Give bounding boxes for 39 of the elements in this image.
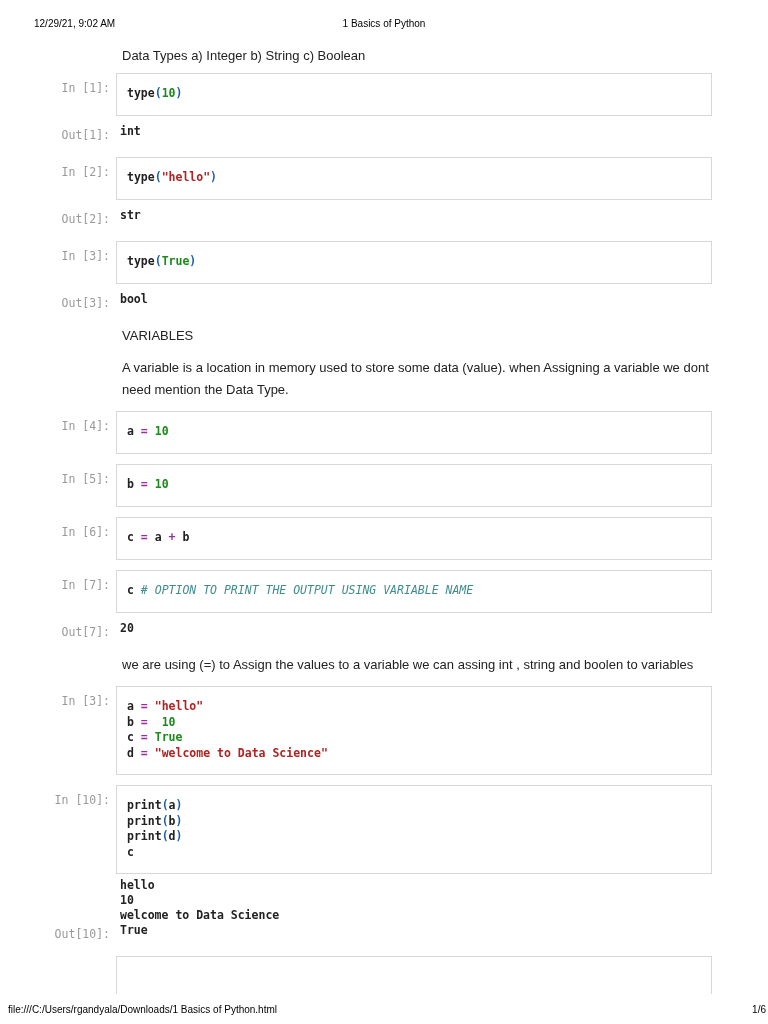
markdown-text: we are using (=) to Assign the values to a variable we can assing int , string and boolen to variables	[122, 656, 695, 674]
output-text: bool	[120, 292, 148, 307]
output-prompt: Out[10]:	[54, 927, 110, 941]
page-number: 1/6	[752, 1003, 766, 1015]
input-prompt: In [1]:	[61, 81, 110, 95]
output-text: 10	[120, 893, 135, 908]
input-prompt: In [2]:	[61, 165, 110, 179]
output-prompt: Out[3]:	[61, 296, 110, 310]
code-cell[interactable]: c = a + b	[116, 517, 712, 560]
markdown-text: Data Types a) Integer b) String c) Boolean	[122, 47, 367, 65]
output-text: True	[120, 923, 148, 938]
code-cell[interactable]: type(True)	[116, 241, 712, 284]
print-date: 12/29/21, 9:02 AM	[34, 18, 116, 29]
markdown-text: VARIABLES	[122, 327, 195, 345]
output-prompt: Out[1]:	[61, 128, 110, 142]
input-prompt: In [3]:	[61, 694, 110, 708]
code-cell[interactable]: type(10)	[116, 73, 712, 116]
code-cell[interactable]: print(a) print(b) print(d) c	[116, 785, 712, 874]
output-text: str	[120, 208, 141, 223]
output-text: welcome to Data Science	[120, 908, 280, 923]
code-cell[interactable]: b = 10	[116, 464, 712, 507]
output-text: 20	[120, 621, 134, 636]
input-prompt: In [7]:	[61, 578, 110, 592]
code-cell[interactable]: c # OPTION TO PRINT THE OUTPUT USING VARIABLE NAME	[116, 570, 712, 613]
page-title: 1 Basics of Python	[342, 18, 426, 29]
input-prompt: In [10]:	[54, 793, 110, 807]
output-prompt: Out[7]:	[61, 625, 110, 639]
file-path: file:///C:/Users/rgandyala/Downloads/1 Basics of Python.html	[8, 1003, 277, 1015]
markdown-text: A variable is a location in memory used to store some data (value). when Assigning a variable we dont need mention the Data Type.	[122, 359, 710, 399]
input-prompt: In [3]:	[61, 249, 110, 263]
input-prompt: In [4]:	[61, 419, 110, 433]
code-cell[interactable]: a = "hello" b = 10 c = True d = "welcome to Data Science"	[116, 686, 712, 775]
output-text: int	[120, 124, 141, 139]
output-prompt: Out[2]:	[61, 212, 110, 226]
input-prompt: In [6]:	[61, 525, 110, 539]
input-prompt: In [5]:	[61, 472, 110, 486]
output-text: hello	[120, 878, 156, 893]
code-cell[interactable]: type("hello")	[116, 157, 712, 200]
code-cell[interactable]: a = 10	[116, 411, 712, 454]
